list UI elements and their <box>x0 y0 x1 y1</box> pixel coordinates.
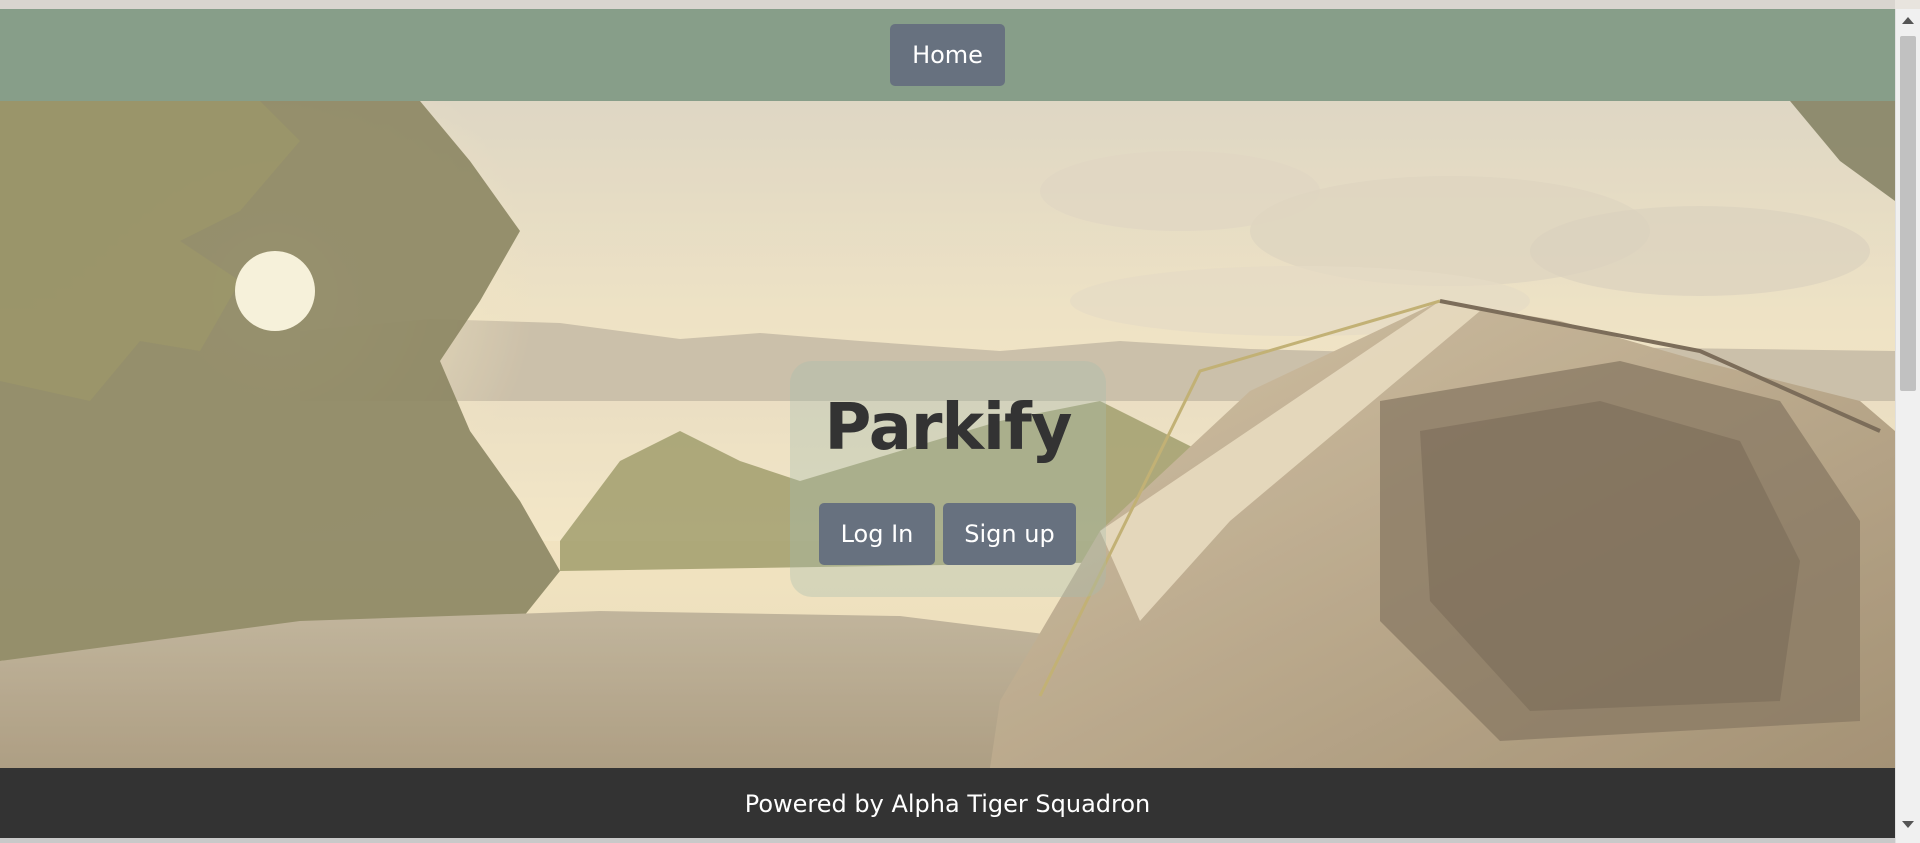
footer-text: Powered by Alpha Tiger Squadron <box>744 790 1151 818</box>
page-viewport: Home Parkify Log In Sign up Powered by A… <box>0 0 1895 843</box>
vertical-scrollbar[interactable] <box>1895 9 1920 843</box>
home-button[interactable]: Home <box>890 24 1005 86</box>
horizontal-scrollbar[interactable] <box>0 838 1895 843</box>
scroll-down-arrow-icon[interactable] <box>1902 821 1914 828</box>
scroll-up-arrow-icon[interactable] <box>1902 17 1914 24</box>
hero-section: Parkify Log In Sign up <box>0 101 1895 768</box>
navbar: Home <box>0 9 1895 101</box>
signup-button[interactable]: Sign up <box>943 503 1076 565</box>
site-title: Parkify <box>824 391 1073 465</box>
scroll-thumb[interactable] <box>1900 36 1916 391</box>
login-button[interactable]: Log In <box>819 503 935 565</box>
footer: Powered by Alpha Tiger Squadron <box>0 768 1895 840</box>
